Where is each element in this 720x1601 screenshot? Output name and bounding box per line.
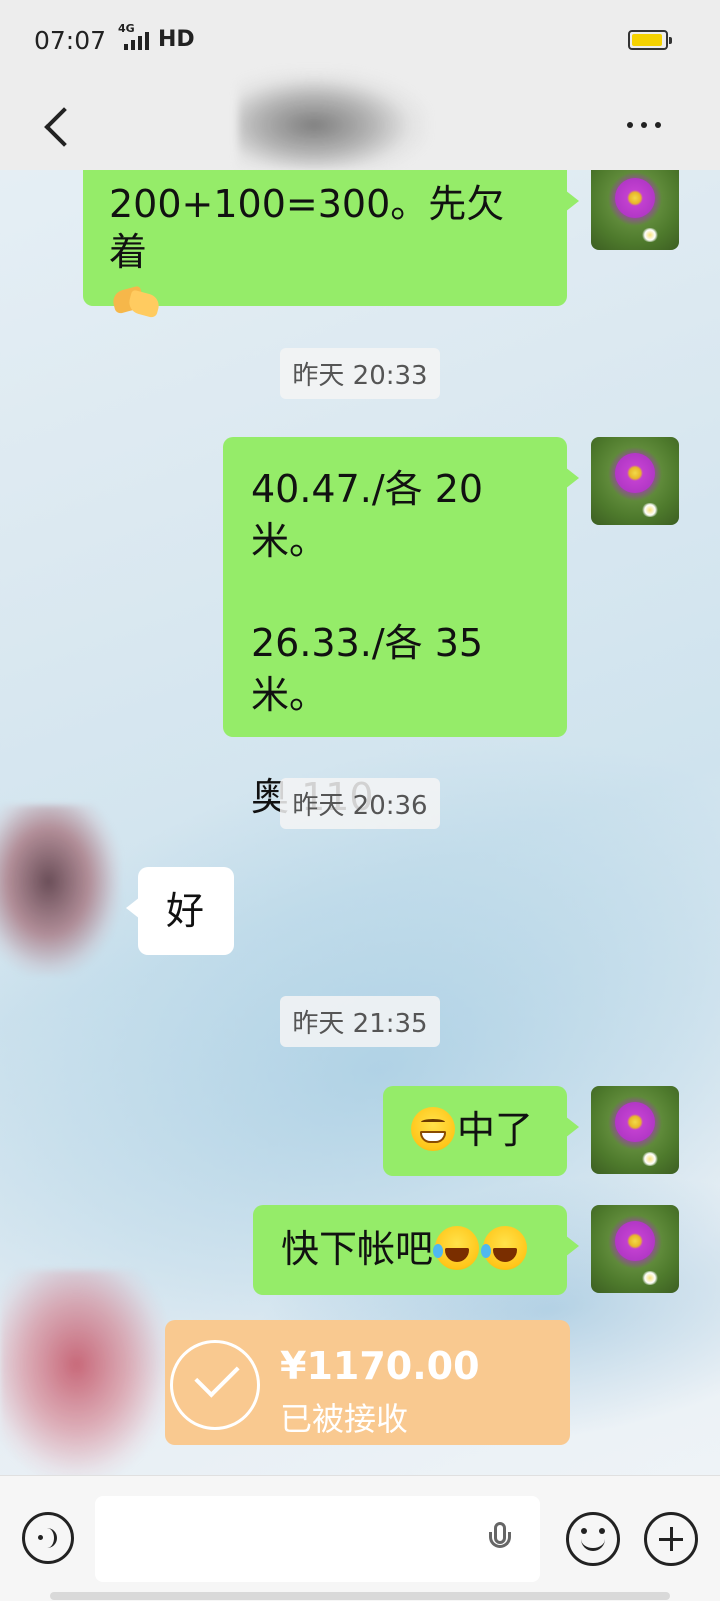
message-text: 200+100=300。先欠着: [109, 182, 505, 274]
message-line: 40.47./各 20 米。: [251, 467, 484, 563]
laugh-cry-emoji-icon: [433, 1226, 480, 1270]
contact-avatar-redacted[interactable]: [0, 805, 120, 975]
timestamp-text: 昨天 20:36: [280, 778, 440, 829]
message-line: 26.33./各 35 米。: [251, 621, 484, 717]
message-text: 快下帐吧: [281, 1227, 434, 1271]
laugh-cry-emoji-icon: [481, 1226, 528, 1270]
status-bar: 07:07 4G HD: [0, 0, 720, 80]
signal-icon: [124, 30, 149, 50]
self-avatar[interactable]: [591, 437, 679, 525]
grin-emoji-icon: [411, 1107, 455, 1151]
input-bar: [0, 1475, 720, 1601]
message-bubble[interactable]: 中了: [383, 1086, 579, 1176]
more-horizontal-icon[interactable]: [622, 110, 666, 140]
transfer-card[interactable]: ¥1170.00 已被接收: [165, 1320, 570, 1445]
transfer-status: 已被接收: [280, 1400, 409, 1438]
self-avatar[interactable]: [591, 1086, 679, 1174]
timestamp: 昨天 21:35: [0, 996, 720, 1047]
status-time: 07:07: [34, 26, 107, 55]
chevron-left-icon[interactable]: [38, 100, 78, 150]
voice-icon[interactable]: [22, 1512, 74, 1564]
check-circle-icon: [170, 1340, 260, 1430]
nav-handle: [50, 1592, 670, 1600]
message-bubble[interactable]: 好: [126, 867, 234, 955]
timestamp-text: 昨天 20:33: [280, 348, 440, 399]
plus-icon[interactable]: [644, 1512, 698, 1566]
chat-header: [0, 70, 720, 170]
message-text: 好: [166, 889, 205, 933]
battery-icon: [628, 30, 672, 50]
emoji-icon[interactable]: [566, 1512, 620, 1566]
self-avatar[interactable]: [591, 1205, 679, 1293]
message-text: 中了: [457, 1108, 534, 1152]
chat-area[interactable]: 200+100=300。先欠着 昨天 20:33 40.47./各 20 米。 …: [0, 170, 720, 1475]
hd-badge: HD: [158, 27, 195, 52]
handshake-emoji-icon: [111, 281, 161, 321]
mic-icon[interactable]: [486, 1522, 514, 1560]
timestamp: 昨天 20:33: [0, 348, 720, 399]
message-bubble[interactable]: 200+100=300。先欠着: [83, 170, 579, 306]
contact-name[interactable]: [240, 80, 440, 170]
contact-avatar-redacted[interactable]: [0, 1270, 170, 1475]
transfer-amount: ¥1170.00: [280, 1344, 480, 1388]
self-avatar[interactable]: [591, 170, 679, 250]
message-input[interactable]: [95, 1496, 540, 1582]
message-bubble[interactable]: 40.47./各 20 米。 26.33./各 35 米。 奥 110: [223, 437, 579, 819]
message-bubble[interactable]: 快下帐吧: [253, 1205, 579, 1295]
timestamp-text: 昨天 21:35: [280, 996, 440, 1047]
